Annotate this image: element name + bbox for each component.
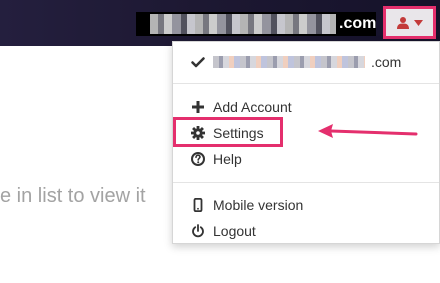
dropdown-divider: [173, 182, 439, 183]
plus-icon: [192, 101, 204, 113]
menu-item-mobile-version[interactable]: Mobile version: [191, 194, 303, 216]
menu-item-help[interactable]: Help: [191, 148, 242, 170]
menu-item-add-account[interactable]: Add Account: [191, 96, 292, 118]
account-email-domain: .com: [371, 54, 402, 70]
mobile-icon: [193, 198, 203, 212]
menu-item-label: Add Account: [213, 99, 292, 115]
dropdown-divider: [173, 83, 439, 84]
question-circle-icon: [191, 152, 205, 166]
menu-item-label: Logout: [213, 223, 256, 239]
user-menu-button[interactable]: [383, 6, 436, 39]
caret-down-icon: [414, 19, 423, 26]
check-icon: [191, 57, 205, 68]
obscured-email: [213, 56, 365, 68]
obscured-account-name: [150, 14, 336, 34]
settings-highlight-box: [173, 117, 283, 147]
pointer-arrow-icon: [318, 124, 418, 138]
menu-item-label: Help: [213, 151, 242, 167]
page-hint-text: e in list to view it: [0, 185, 146, 207]
user-icon: [397, 16, 409, 29]
power-icon: [192, 224, 204, 238]
account-domain-text: .com: [339, 15, 377, 32]
menu-item-label: Mobile version: [213, 197, 304, 213]
menu-item-logout[interactable]: Logout: [191, 220, 256, 242]
account-row[interactable]: .com: [191, 51, 401, 73]
